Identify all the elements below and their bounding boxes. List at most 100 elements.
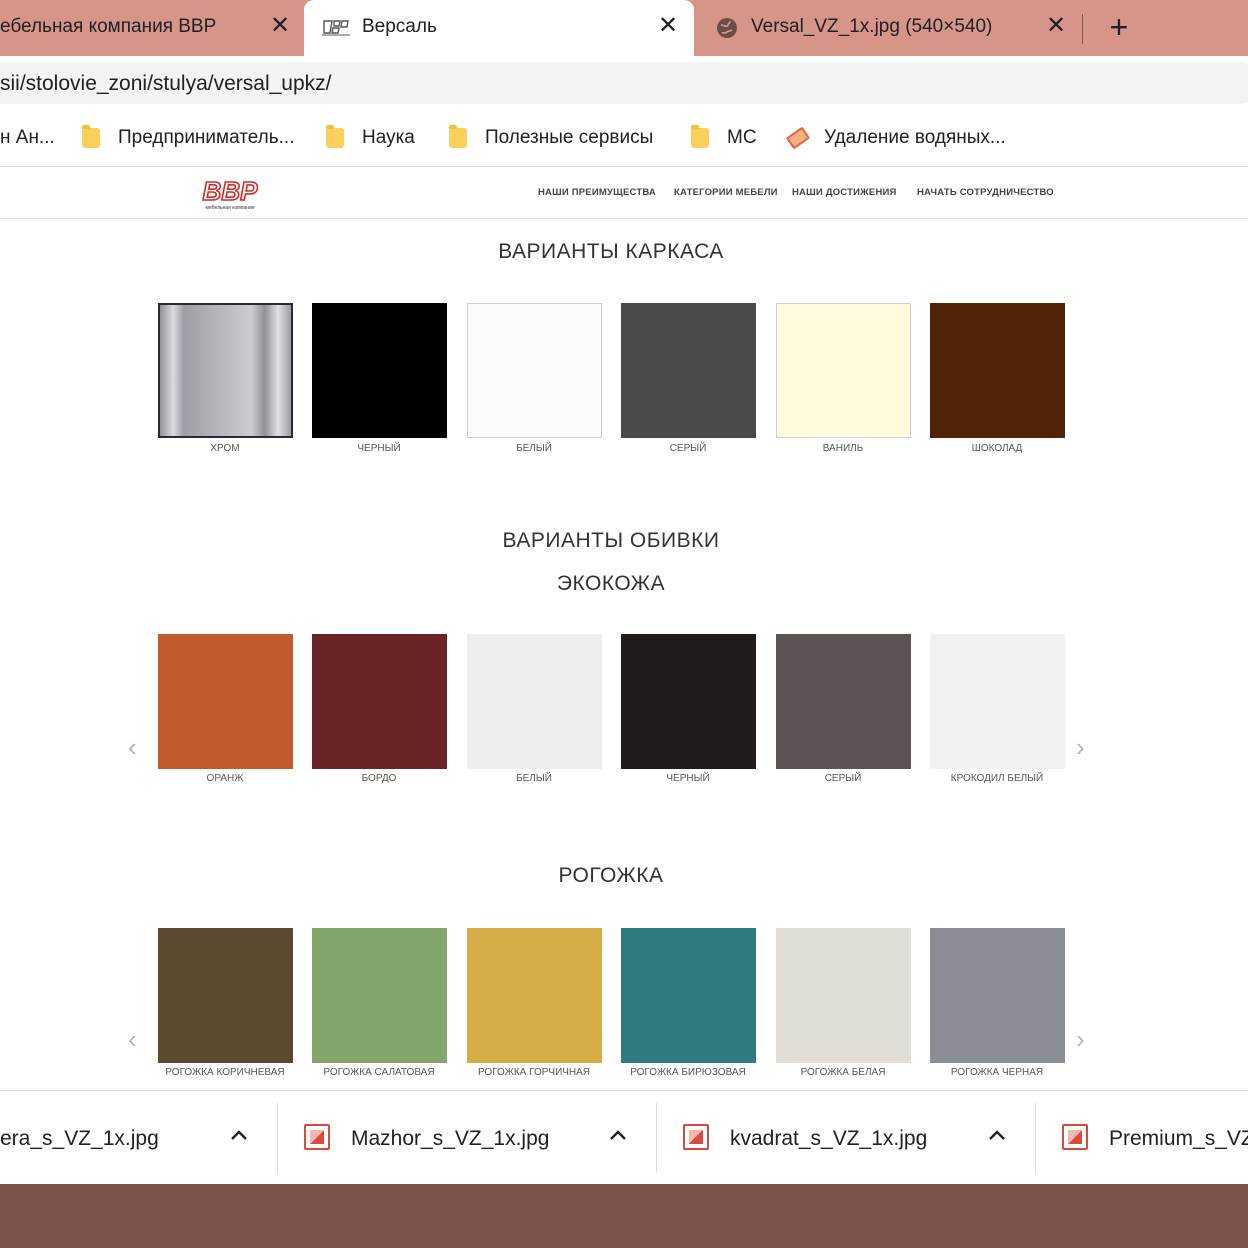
frame-swatch[interactable] xyxy=(158,303,293,438)
matting-swatch-label: РОГОЖКА БЕЛАЯ xyxy=(800,1067,886,1078)
tab-label: Versal_VZ_1x.jpg (540×540) xyxy=(751,16,993,37)
bookmark-folder-ms[interactable]: МС xyxy=(691,124,757,152)
ecoleather-swatch-label: СЕРЫЙ xyxy=(824,773,862,784)
download-filename: Mazhor_s_VZ_1x.jpg xyxy=(351,1127,550,1150)
matting-swatch-label: РОГОЖКА БИРЮЗОВАЯ xyxy=(630,1067,746,1078)
nav-achievements[interactable]: НАШИ ДОСТИЖЕНИЯ xyxy=(792,187,897,198)
matting-swatch[interactable] xyxy=(158,928,293,1063)
ecoleather-next-arrow[interactable]: › xyxy=(1076,734,1085,760)
frame-swatch[interactable] xyxy=(930,303,1065,438)
close-icon[interactable]: ✕ xyxy=(658,14,678,38)
frame-options-title: ВАРИАНТЫ КАРКАСА xyxy=(498,240,724,263)
matting-title: РОГОЖКА xyxy=(558,864,664,887)
frame-swatch[interactable] xyxy=(621,303,756,438)
ecoleather-swatch[interactable] xyxy=(930,634,1065,769)
frame-swatch[interactable] xyxy=(467,303,602,438)
ecoleather-swatch-label: БЕЛЫЙ xyxy=(516,773,552,784)
image-file-icon xyxy=(1062,1124,1088,1150)
tab-label: Версаль xyxy=(362,16,437,37)
logo-text: ВВР xyxy=(203,176,259,206)
ecoleather-swatch[interactable] xyxy=(312,634,447,769)
frame-swatch-label: ШОКОЛАД xyxy=(971,443,1023,454)
matting-swatch-label: РОГОЖКА КОРИЧНЕВАЯ xyxy=(165,1067,285,1078)
ecoleather-swatch-label: БОРДО xyxy=(361,773,397,784)
matting-swatch[interactable] xyxy=(930,928,1065,1063)
chevron-up-icon[interactable] xyxy=(230,1125,248,1146)
ecoleather-swatch[interactable] xyxy=(467,634,602,769)
matting-swatch-label: РОГОЖКА САЛАТОВАЯ xyxy=(323,1067,435,1078)
nav-start-cooperation[interactable]: НАЧАТЬ СОТРУДНИЧЕСТВО xyxy=(917,187,1054,198)
bookmark-label: Наука xyxy=(362,127,415,148)
nav-furniture-categories[interactable]: КАТЕГОРИИ МЕБЕЛИ xyxy=(674,187,778,198)
downloads-shelf: era_s_VZ_1x.jpg Mazhor_s_VZ_1x.jpg kvadr… xyxy=(0,1090,1248,1184)
chevron-up-icon[interactable] xyxy=(988,1125,1006,1146)
web-page: ВВР мебельная компания НАШИ ПРЕИМУЩЕСТВА… xyxy=(0,168,1248,1090)
bookmark-label: Удаление водяных... xyxy=(824,127,1006,148)
ecoleather-prev-arrow[interactable]: ‹ xyxy=(128,734,137,760)
matting-swatch-label: РОГОЖКА ЧЕРНАЯ xyxy=(950,1067,1044,1078)
frame-swatch-label: СЕРЫЙ xyxy=(669,443,707,454)
ecoleather-swatch-label: КРОКОДИЛ БЕЛЫЙ xyxy=(950,773,1044,784)
frame-swatch-label: ВАНИЛЬ xyxy=(822,443,864,454)
image-file-icon xyxy=(683,1124,709,1150)
url-text[interactable]: sii/stolovie_zoni/stulya/versal_upkz/ xyxy=(0,72,332,96)
frame-swatch-label: ЧЕРНЫЙ xyxy=(357,443,401,454)
folder-icon xyxy=(326,125,344,148)
bookmarks-bar: н Ан... Предприниматель... Наука Полезны… xyxy=(0,110,1248,167)
bookmark-label: МС xyxy=(727,127,757,148)
image-file-icon xyxy=(304,1124,330,1150)
bookmark-folder-services[interactable]: Полезные сервисы xyxy=(449,124,653,152)
download-item[interactable]: era_s_VZ_1x.jpg xyxy=(0,1091,276,1185)
matting-swatch-label: РОГОЖКА ГОРЧИЧНАЯ xyxy=(477,1067,591,1078)
globe-icon xyxy=(716,17,738,39)
download-item[interactable]: kvadrat_s_VZ_1x.jpg xyxy=(657,1091,1034,1185)
tab-vvr-company[interactable]: ебельная компания ВВР ✕ xyxy=(0,0,304,56)
download-item[interactable]: Mazhor_s_VZ_1x.jpg xyxy=(278,1091,655,1185)
bookmark-watermark-removal[interactable]: Удаление водяных... xyxy=(785,124,1006,152)
matting-swatch[interactable] xyxy=(312,928,447,1063)
tab-strip: ебельная компания ВВР ✕ Версаль ✕ Versal… xyxy=(0,0,1248,56)
logo-subtitle: мебельная компания xyxy=(206,205,255,211)
folder-icon xyxy=(691,125,709,148)
close-icon[interactable]: ✕ xyxy=(1046,14,1066,38)
download-item[interactable]: Premium_s_VZ_1x.jpg xyxy=(1036,1091,1248,1185)
tab-separator xyxy=(1082,14,1083,44)
ecoleather-swatch[interactable] xyxy=(776,634,911,769)
chevron-up-icon[interactable] xyxy=(609,1125,627,1146)
tab-versal[interactable]: Версаль ✕ xyxy=(304,0,694,56)
matting-swatch[interactable] xyxy=(467,928,602,1063)
eraser-icon xyxy=(785,126,811,150)
new-tab-button[interactable]: + xyxy=(1100,8,1138,48)
frame-swatch-label: ХРОМ xyxy=(210,443,240,454)
ecoleather-swatch-label: ЧЕРНЫЙ xyxy=(666,773,710,784)
site-logo[interactable]: ВВР мебельная компания xyxy=(184,175,276,212)
download-filename: era_s_VZ_1x.jpg xyxy=(0,1127,159,1150)
folder-icon xyxy=(449,125,467,148)
download-filename: kvadrat_s_VZ_1x.jpg xyxy=(730,1127,928,1150)
matting-prev-arrow[interactable]: ‹ xyxy=(128,1026,137,1052)
frame-swatch[interactable] xyxy=(776,303,911,438)
ecoleather-swatch[interactable] xyxy=(621,634,756,769)
bookmark-label: н Ан... xyxy=(0,127,55,148)
bookmark-label: Полезные сервисы xyxy=(485,127,654,148)
matting-swatch[interactable] xyxy=(621,928,756,1063)
ecoleather-title: ЭКОКОЖА xyxy=(556,572,666,595)
frame-swatch[interactable] xyxy=(312,303,447,438)
close-icon[interactable]: ✕ xyxy=(270,14,290,38)
ecoleather-swatch-label: ОРАНЖ xyxy=(206,773,244,784)
frame-swatch-label: БЕЛЫЙ xyxy=(516,443,552,454)
matting-next-arrow[interactable]: › xyxy=(1076,1026,1085,1052)
upholstery-options-title: ВАРИАНТЫ ОБИВКИ xyxy=(502,529,720,552)
bookmark-label: Предприниматель... xyxy=(118,127,295,148)
download-filename: Premium_s_VZ_1x.jpg xyxy=(1109,1127,1248,1150)
nav-advantages[interactable]: НАШИ ПРЕИМУЩЕСТВА xyxy=(538,187,656,198)
site-header: ВВР мебельная компания НАШИ ПРЕИМУЩЕСТВА… xyxy=(0,168,1248,219)
taskbar xyxy=(0,1184,1248,1248)
bookmark-item[interactable]: н Ан... xyxy=(0,124,55,152)
tab-versal-image[interactable]: Versal_VZ_1x.jpg (540×540) ✕ xyxy=(696,0,1080,56)
ecoleather-swatch[interactable] xyxy=(158,634,293,769)
favicon-vvr-icon xyxy=(322,18,350,36)
bookmark-folder-entrepreneur[interactable]: Предприниматель... xyxy=(82,124,295,152)
matting-swatch[interactable] xyxy=(776,928,911,1063)
bookmark-folder-science[interactable]: Наука xyxy=(326,124,415,152)
